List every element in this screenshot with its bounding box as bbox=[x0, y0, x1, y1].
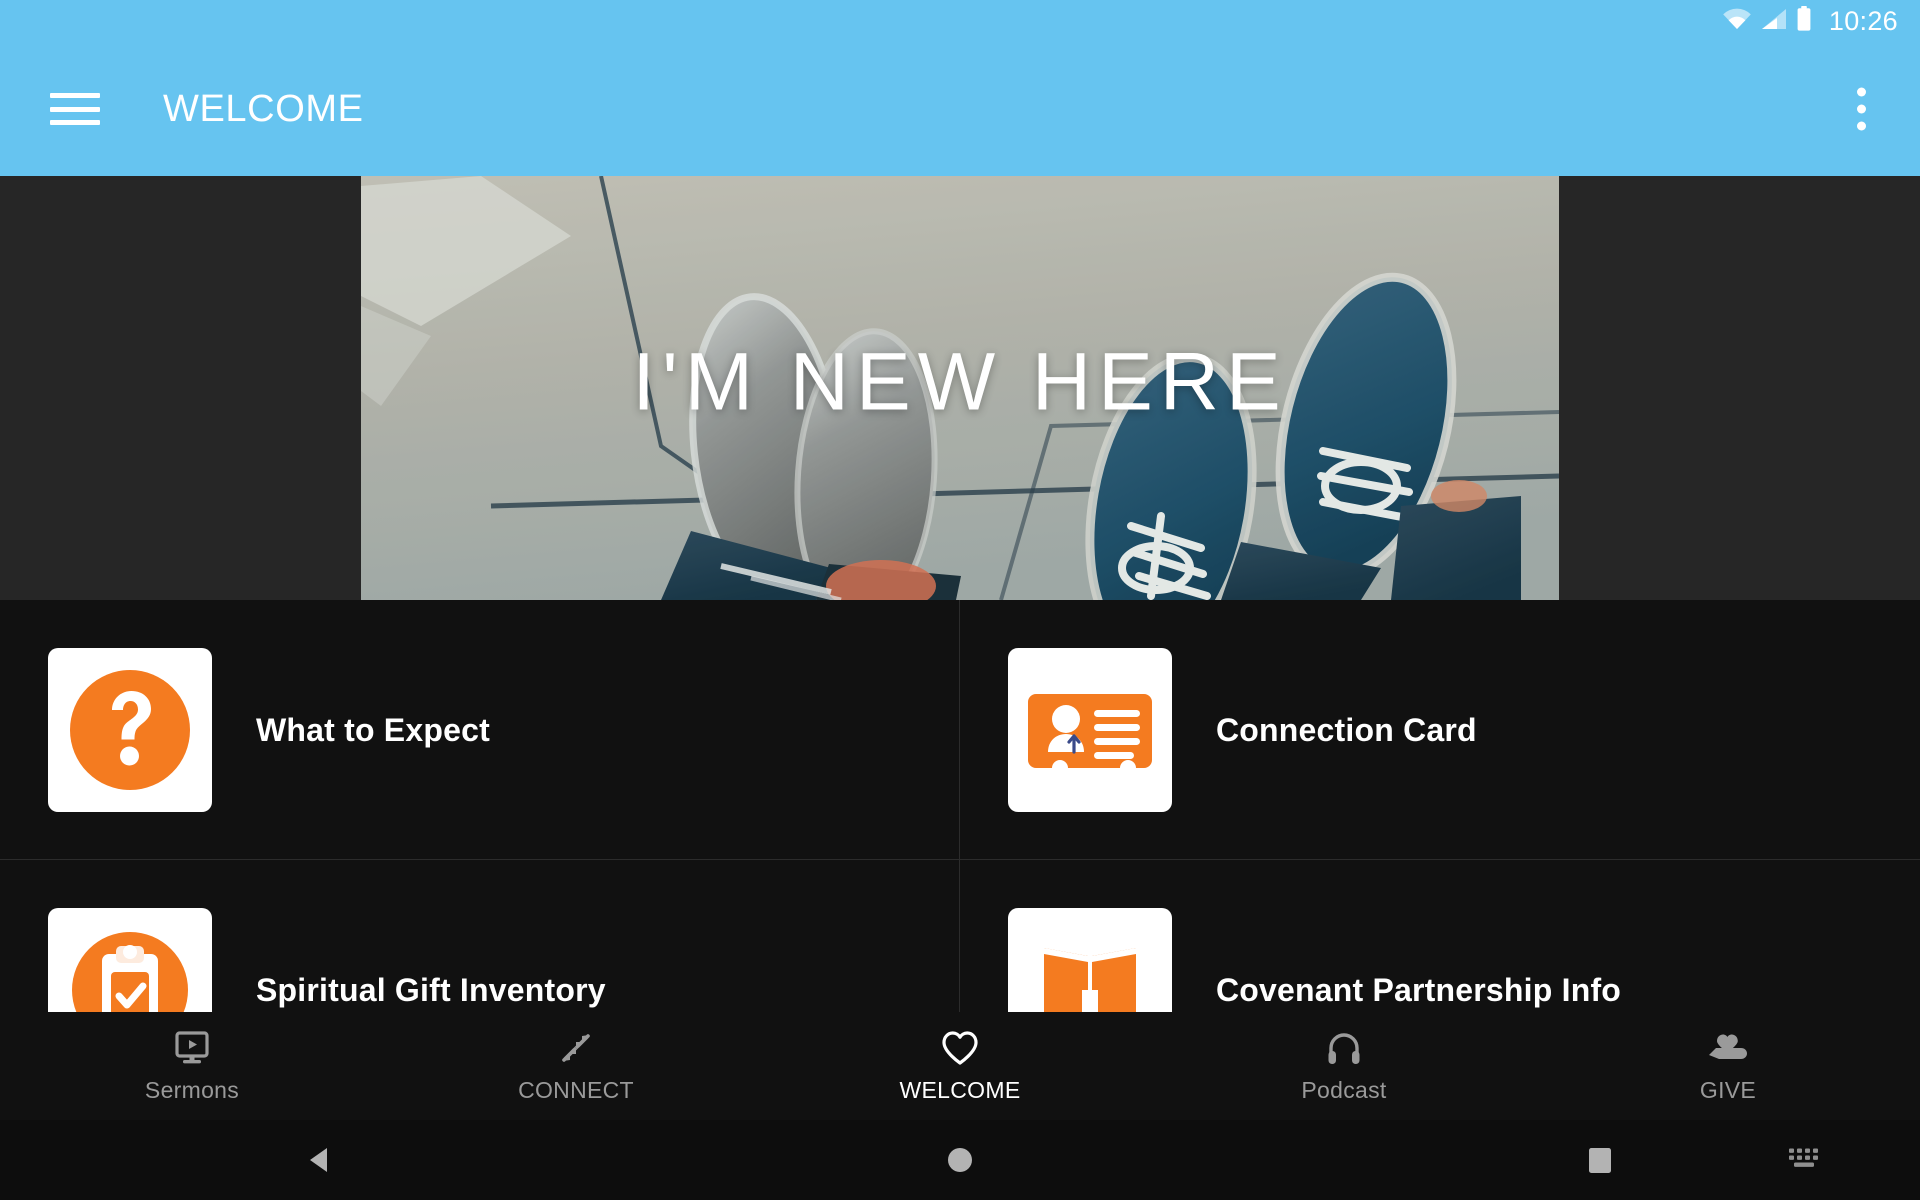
list-item[interactable]: Connection Card bbox=[960, 600, 1920, 860]
bottom-nav-label: Sermons bbox=[144, 1077, 240, 1103]
converge-arrows-icon bbox=[557, 1028, 595, 1068]
hero-section: I'M NEW HERE bbox=[0, 176, 1920, 600]
keyboard-icon[interactable] bbox=[1786, 1144, 1826, 1177]
bottom-nav-label: WELCOME bbox=[899, 1077, 1021, 1103]
page-title: WELCOME bbox=[163, 87, 364, 130]
battery-icon bbox=[1796, 6, 1812, 36]
id-card-icon bbox=[1028, 694, 1152, 768]
status-bar-clock: 10:26 bbox=[1828, 5, 1898, 36]
list-item-label: Connection Card bbox=[1216, 711, 1477, 748]
bottom-nav-label: GIVE bbox=[1699, 1077, 1757, 1103]
overflow-menu-icon[interactable] bbox=[1843, 78, 1880, 141]
list-item-icon-tile bbox=[1008, 648, 1172, 812]
hamburger-menu-icon[interactable] bbox=[46, 89, 104, 129]
headphones-icon bbox=[1325, 1028, 1363, 1068]
list-item-label: Spiritual Gift Inventory bbox=[256, 971, 606, 1008]
bottom-nav-item-welcome[interactable]: WELCOME bbox=[768, 1028, 1152, 1104]
wifi-icon bbox=[1722, 8, 1752, 35]
back-triangle-icon[interactable] bbox=[0, 1143, 640, 1177]
bottom-nav-item-podcast[interactable]: Podcast bbox=[1152, 1028, 1536, 1104]
monitor-play-icon bbox=[173, 1028, 211, 1068]
status-icon-group: 10:26 bbox=[1722, 6, 1898, 37]
hero-banner[interactable]: I'M NEW HERE bbox=[361, 176, 1559, 600]
bottom-navigation-bar: Sermons CONNECT WELCOME Podcast GIVE bbox=[0, 1012, 1920, 1120]
bottom-nav-label: Podcast bbox=[1301, 1077, 1387, 1103]
list-item-icon-tile bbox=[48, 648, 212, 812]
android-system-nav-bar bbox=[0, 1120, 1920, 1200]
android-status-bar: 10:26 bbox=[0, 0, 1920, 42]
list-item-label: Covenant Partnership Info bbox=[1216, 971, 1622, 1008]
app-bar: WELCOME bbox=[0, 42, 1920, 176]
app-root: 10:26 WELCOME I'M NEW HERE What to Expec… bbox=[0, 0, 1920, 1200]
list-item[interactable]: What to Expect bbox=[0, 600, 960, 860]
home-circle-icon[interactable] bbox=[640, 1143, 1280, 1177]
heart-icon bbox=[940, 1028, 980, 1068]
giving-hand-icon bbox=[1707, 1028, 1749, 1068]
list-item-label: What to Expect bbox=[256, 711, 490, 748]
question-mark-icon bbox=[70, 670, 190, 790]
bottom-nav-item-connect[interactable]: CONNECT bbox=[384, 1028, 768, 1104]
bottom-nav-item-sermons[interactable]: Sermons bbox=[0, 1028, 384, 1104]
bottom-nav-label: CONNECT bbox=[518, 1077, 634, 1103]
cell-signal-icon bbox=[1761, 8, 1787, 35]
bottom-nav-item-give[interactable]: GIVE bbox=[1536, 1028, 1920, 1104]
hero-caption: I'M NEW HERE bbox=[632, 336, 1288, 428]
